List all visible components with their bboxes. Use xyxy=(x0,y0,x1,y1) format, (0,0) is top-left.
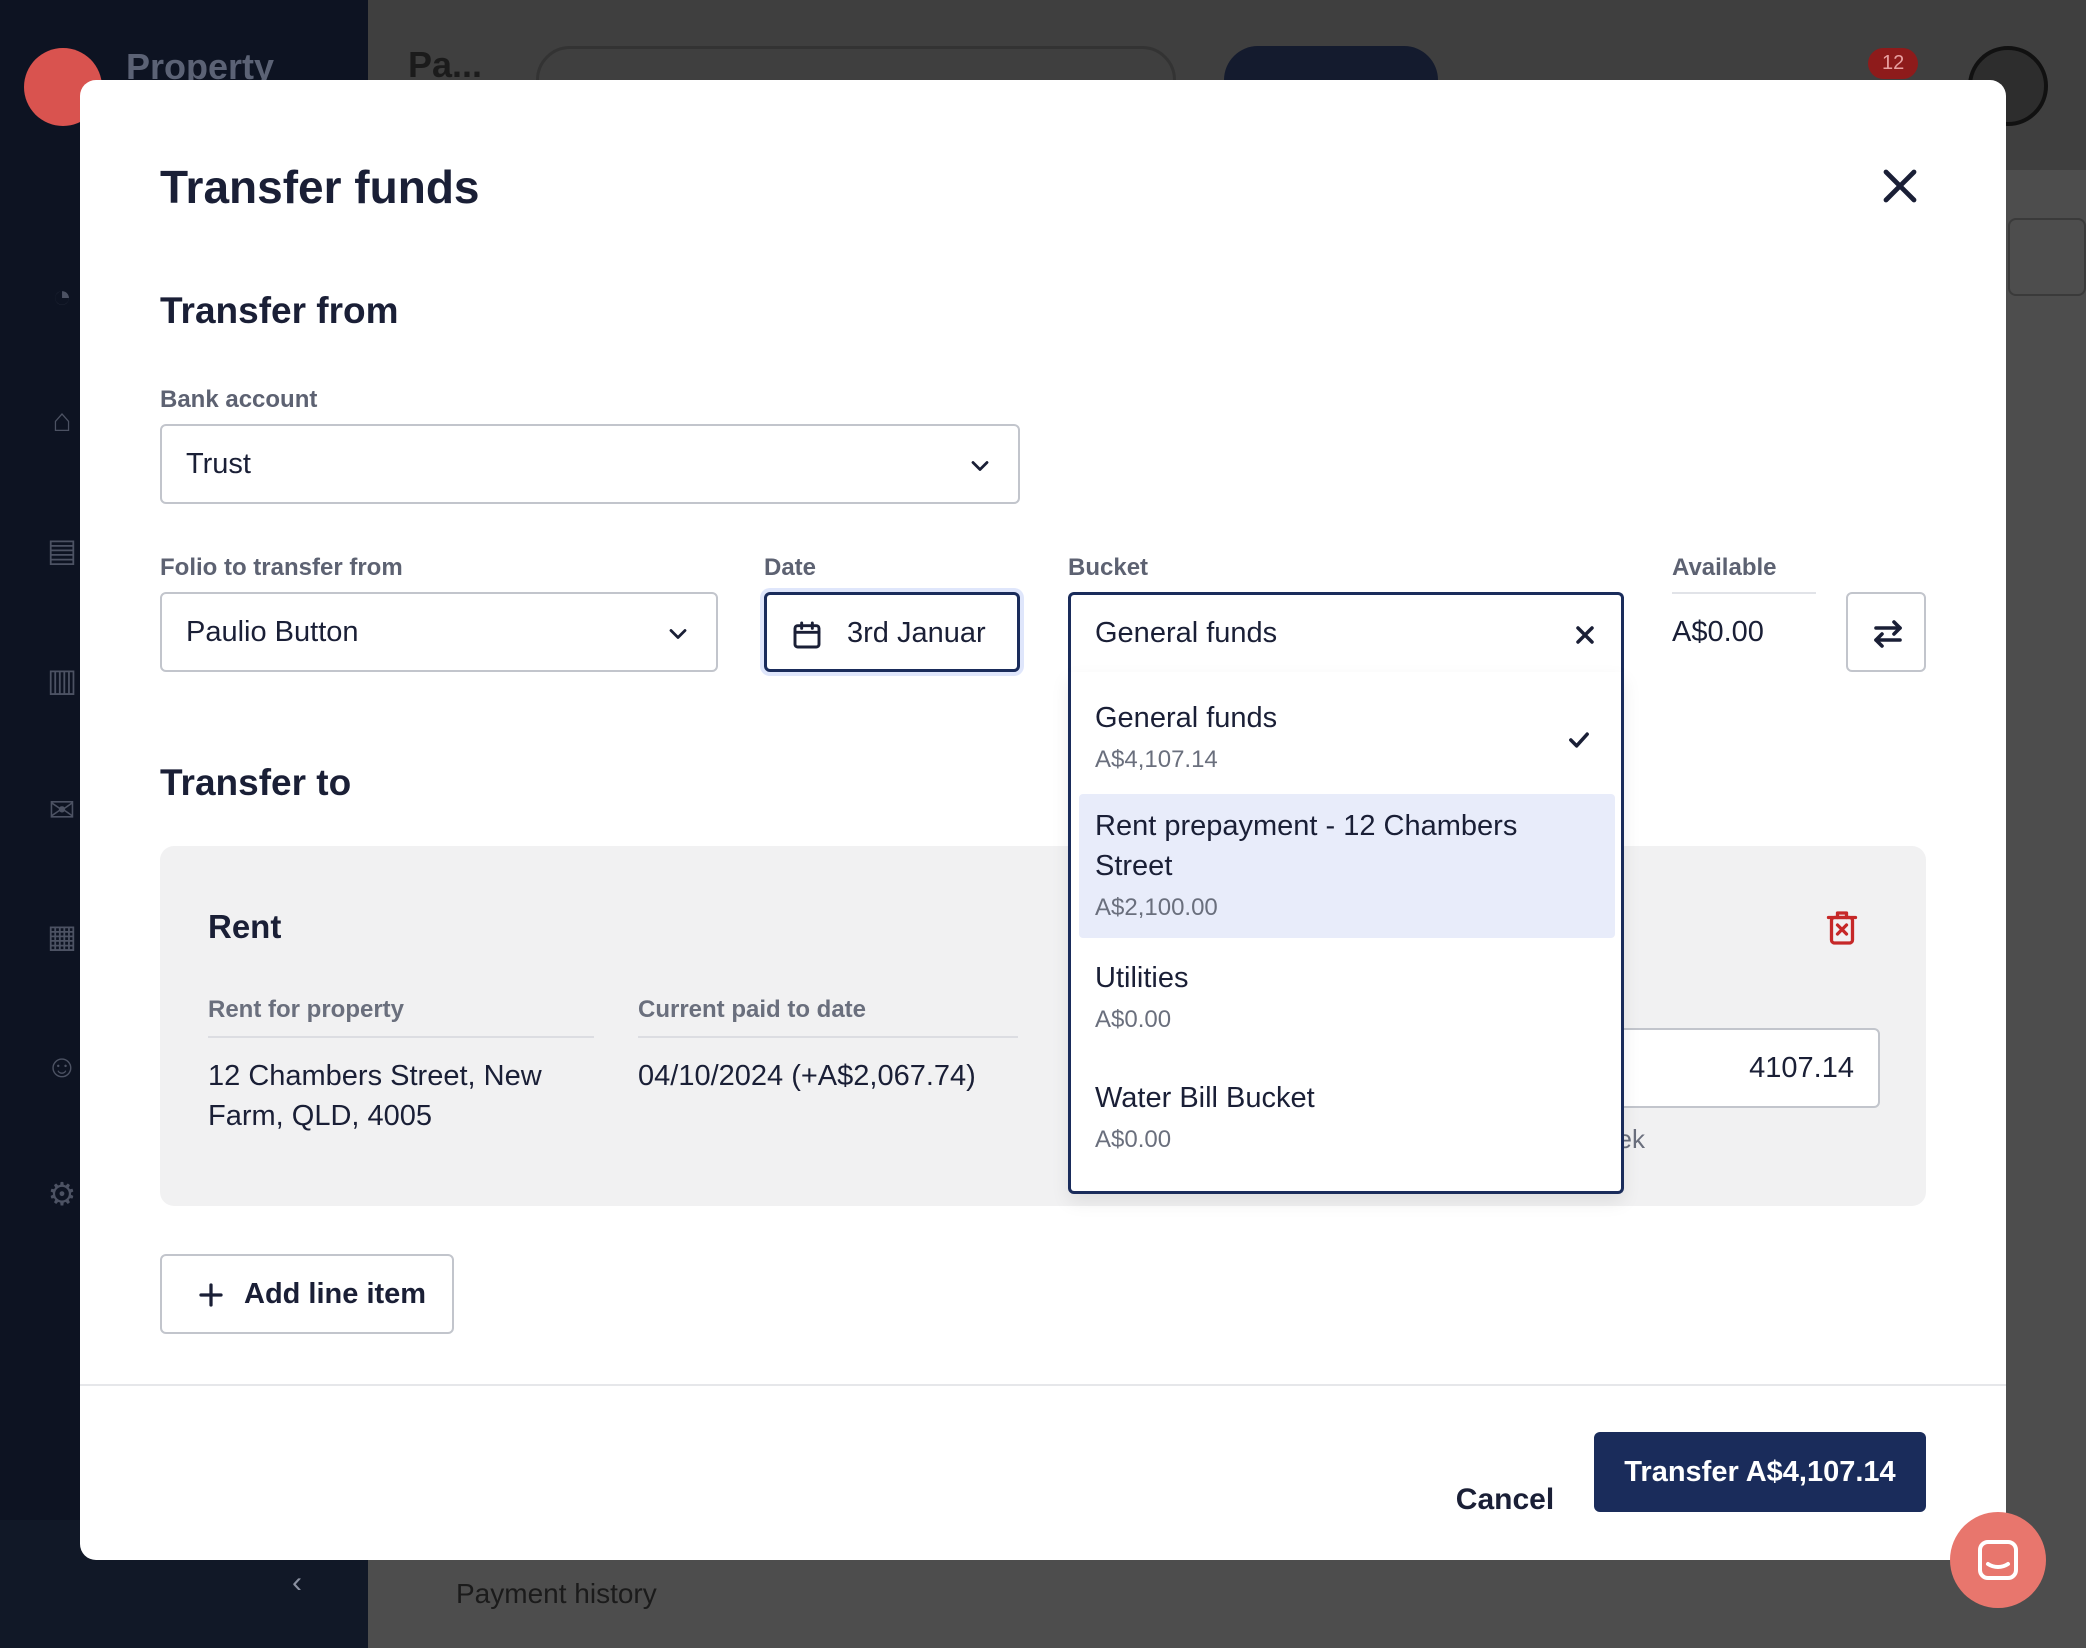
allocated-amount-value: 4107.14 xyxy=(1749,1052,1854,1084)
column-divider xyxy=(208,1036,594,1038)
column-divider xyxy=(638,1036,1018,1038)
line-item-title: Rent xyxy=(208,908,282,945)
calendar-icon[interactable] xyxy=(2008,218,2086,296)
footer-divider xyxy=(80,1384,2006,1386)
chat-launcher-button[interactable] xyxy=(1950,1512,2046,1608)
bucket-option-amount: A$0.00 xyxy=(1095,1006,1172,1033)
chevron-down-icon xyxy=(971,461,989,471)
add-line-item-label: Add line item xyxy=(244,1278,427,1310)
bucket-dropdown-menu: General funds A$4,107.14 Rent prepayment… xyxy=(1068,672,1624,1194)
trash-icon[interactable] xyxy=(1824,908,1860,948)
modal-title: Transfer funds xyxy=(160,161,480,213)
chart-icon[interactable]: ▥ xyxy=(42,660,82,700)
collapse-sidebar-icon[interactable]: ‹ xyxy=(292,1566,302,1600)
bank-account-label: Bank account xyxy=(160,386,318,413)
bucket-option-name: General funds xyxy=(1095,702,1278,734)
home-icon[interactable]: ⌂ xyxy=(42,400,82,440)
bucket-option-amount: A$0.00 xyxy=(1095,1126,1172,1153)
paid-to-date-value: 04/10/2024 (+A$2,067.74) xyxy=(638,1060,976,1092)
reports-icon[interactable]: ▦ xyxy=(42,916,82,956)
bucket-select[interactable]: General funds xyxy=(1068,592,1624,674)
cancel-button[interactable]: Cancel xyxy=(1440,1460,1570,1540)
contacts-icon[interactable]: ☺ xyxy=(42,1046,82,1086)
clipboard-icon[interactable]: ▤ xyxy=(42,530,82,570)
paid-to-date-label: Current paid to date xyxy=(638,996,867,1023)
close-button[interactable] xyxy=(1876,162,1924,210)
date-label: Date xyxy=(764,554,817,581)
bucket-option-amount: A$4,107.14 xyxy=(1095,746,1218,773)
tab-payment-history[interactable]: Payment history xyxy=(456,1578,657,1610)
chat-icon xyxy=(1978,1540,2018,1580)
transfer-to-heading: Transfer to xyxy=(160,762,352,803)
bucket-option[interactable]: General funds A$4,107.14 xyxy=(1079,686,1615,786)
bucket-option-name: Rent prepayment - 12 Chambers Street xyxy=(1095,810,1518,882)
bucket-option-name: Water Bill Bucket xyxy=(1095,1082,1315,1114)
folio-select[interactable]: Paulio Button xyxy=(160,592,718,672)
bucket-value: General funds xyxy=(1095,617,1278,649)
transfer-button[interactable]: Transfer A$4,107.14 xyxy=(1594,1432,1926,1512)
available-divider xyxy=(1672,592,1816,594)
folio-value: Paulio Button xyxy=(186,616,359,648)
transfer-funds-modal: Transfer funds Transfer from Bank accoun… xyxy=(80,80,2006,1560)
available-label: Available xyxy=(1672,554,1777,581)
chevron-down-icon xyxy=(669,629,687,639)
available-value: A$0.00 xyxy=(1672,616,1764,648)
rent-for-property-label: Rent for property xyxy=(208,996,405,1023)
transfer-from-heading: Transfer from xyxy=(160,290,399,331)
bucket-option[interactable]: Water Bill Bucket A$0.00 xyxy=(1079,1064,1615,1174)
close-icon xyxy=(1883,169,1917,203)
swap-arrows-icon xyxy=(1874,620,1902,648)
line-item-card: Rent Rent for property 12 Chambers Stree… xyxy=(160,846,1926,1206)
bank-account-value: Trust xyxy=(186,448,251,480)
dashboard-icon[interactable]: ◔ xyxy=(42,276,82,316)
date-input[interactable]: 3rd Januar xyxy=(764,592,1020,672)
bank-account-select[interactable]: Trust xyxy=(160,424,1020,504)
add-line-item-button[interactable]: Add line item xyxy=(160,1254,454,1334)
bucket-option[interactable]: Utilities A$0.00 xyxy=(1079,944,1615,1054)
mail-icon[interactable]: ✉ xyxy=(42,790,82,830)
bucket-option[interactable]: Rent prepayment - 12 Chambers Street A$2… xyxy=(1079,794,1615,938)
settings-sliders-icon[interactable]: ⚙ xyxy=(42,1174,82,1214)
notification-badge: 12 xyxy=(1868,48,1919,79)
clear-icon[interactable] xyxy=(1571,621,1599,649)
calendar-icon xyxy=(793,621,821,649)
bucket-label: Bucket xyxy=(1068,554,1149,581)
date-value: 3rd Januar xyxy=(847,617,986,649)
swap-button[interactable] xyxy=(1846,592,1926,672)
plus-icon xyxy=(199,1283,223,1307)
check-icon xyxy=(1569,732,1589,748)
rent-for-property-value: 12 Chambers Street, New Farm, QLD, 4005 xyxy=(208,1060,542,1132)
bucket-option-name: Utilities xyxy=(1095,962,1189,994)
bucket-option-amount: A$2,100.00 xyxy=(1095,894,1218,921)
folio-label: Folio to transfer from xyxy=(160,554,403,581)
